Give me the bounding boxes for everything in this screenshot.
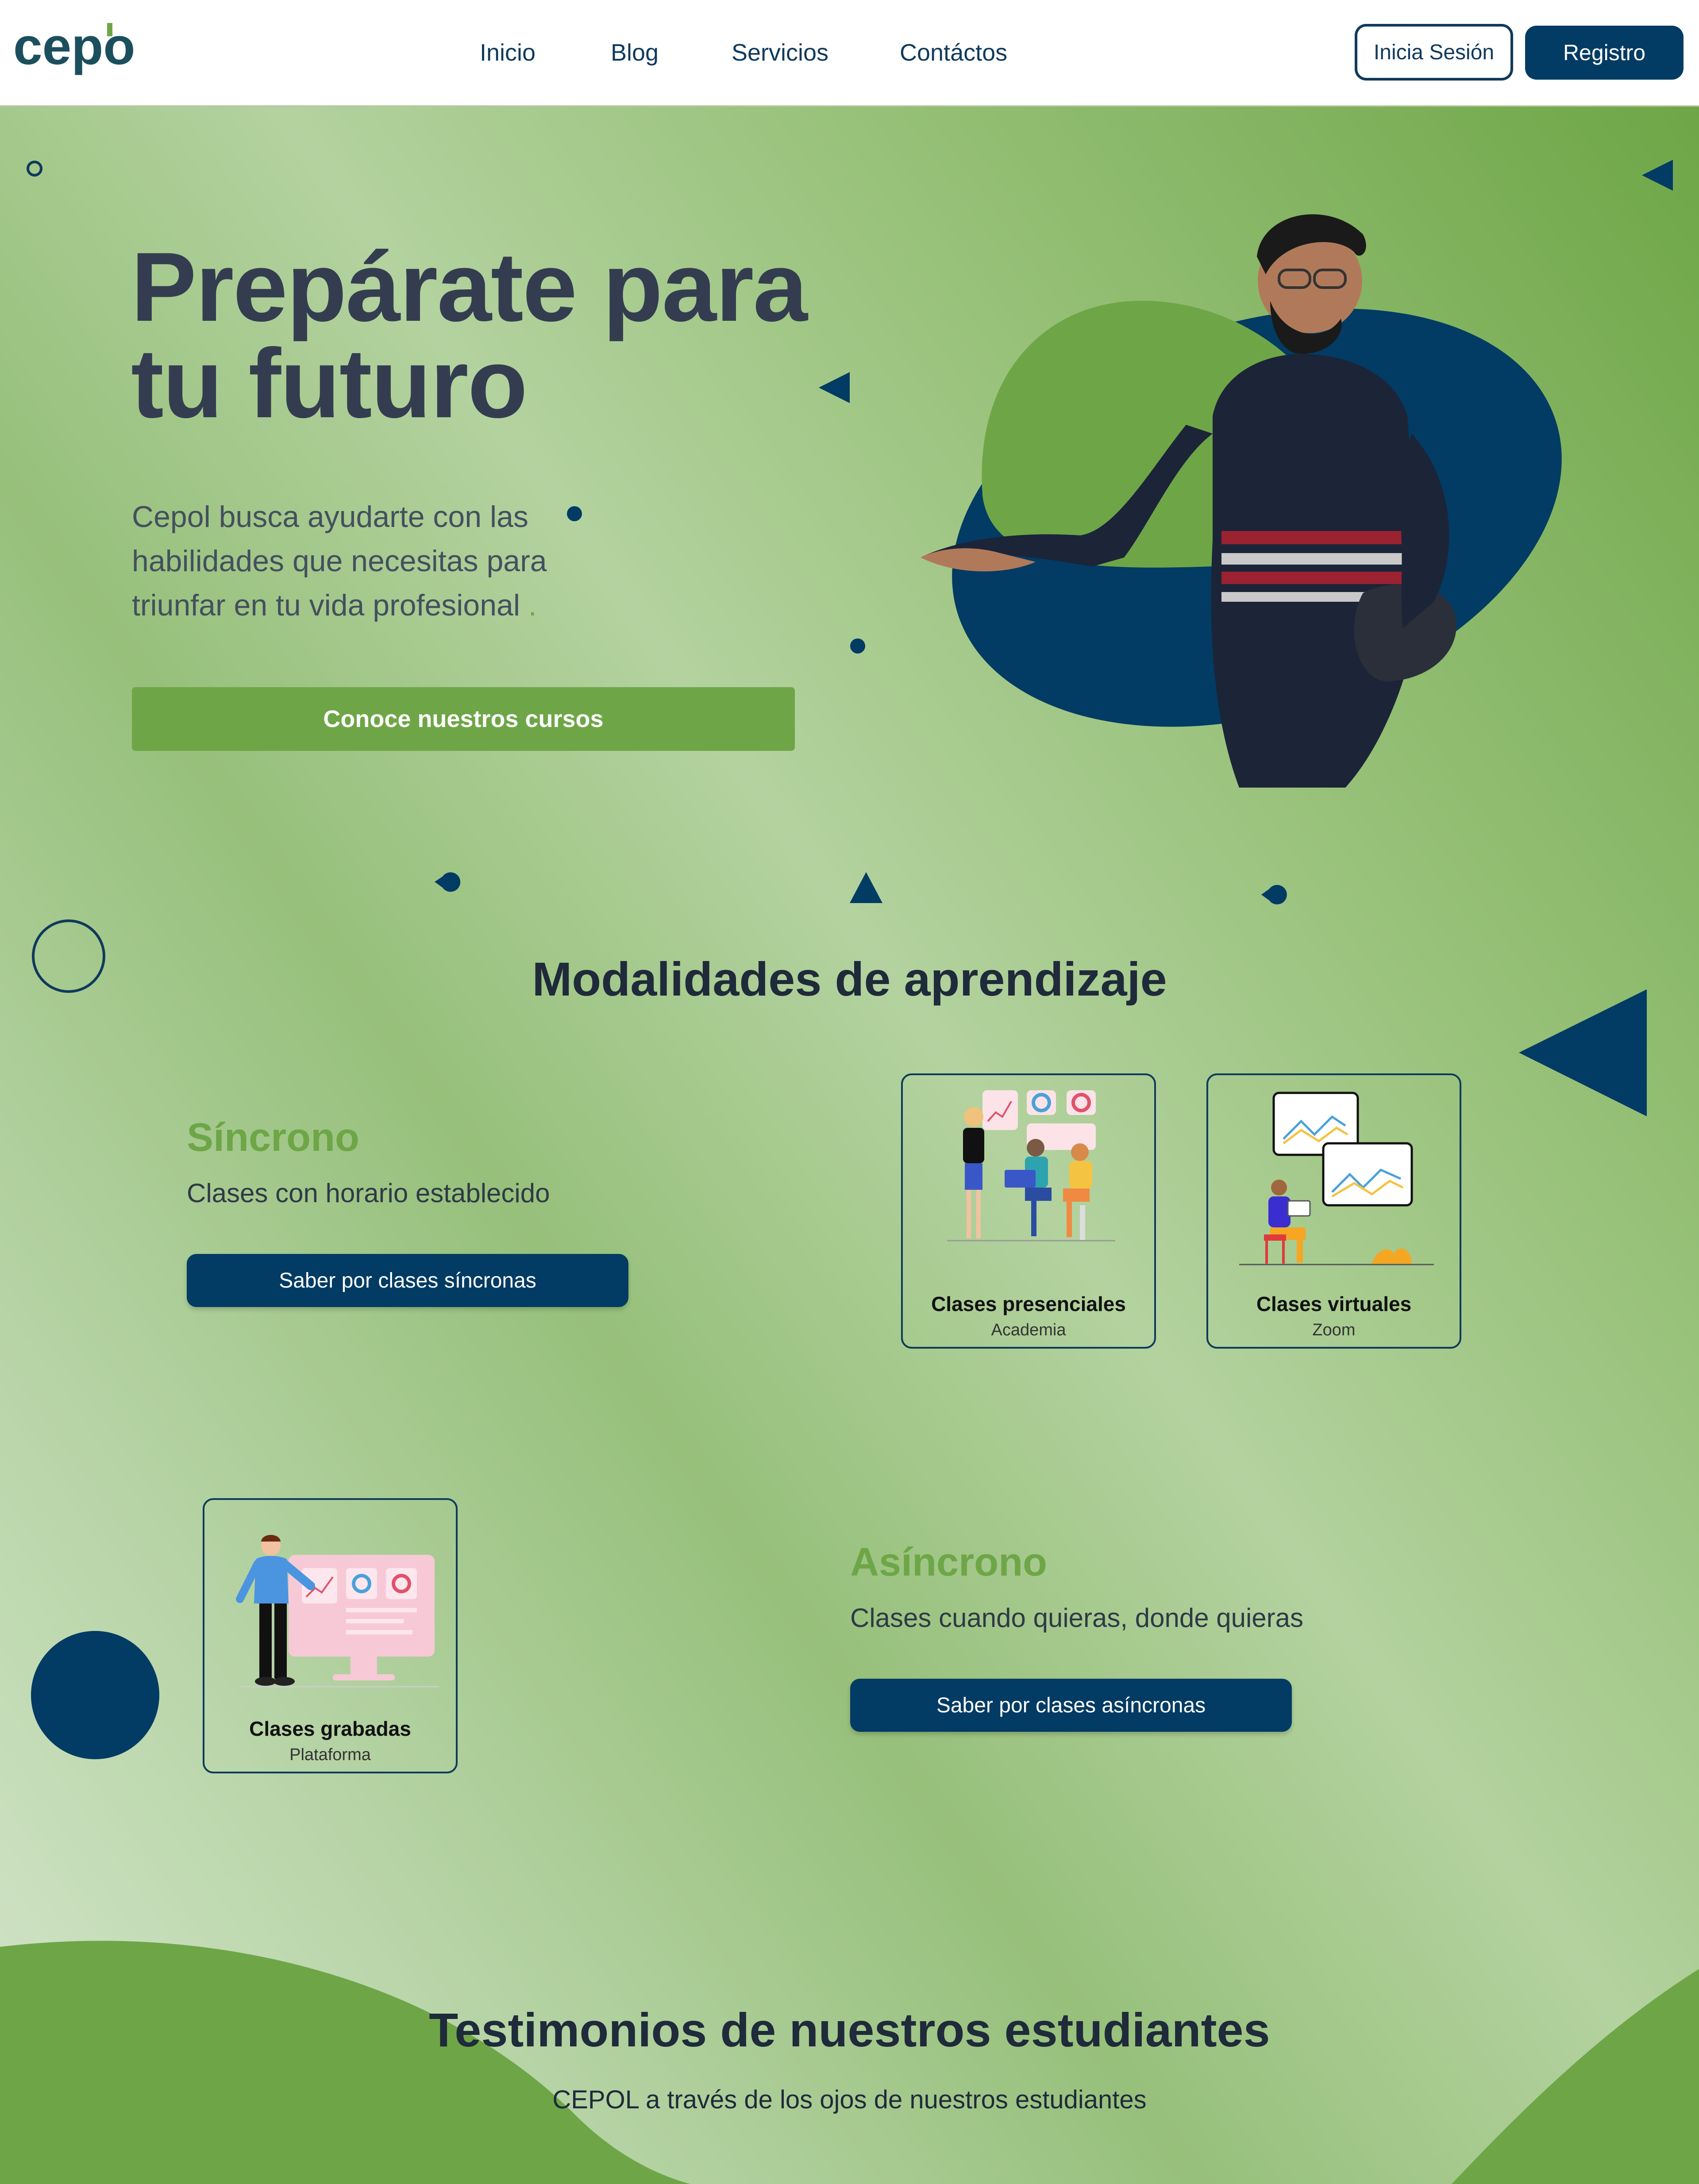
hero-title-line2: tu futuro (131, 329, 528, 438)
testimonials-subtitle: CEPOL a través de los ojos de nuestros e… (552, 2085, 1147, 2114)
top-navbar: cepol Inicio Blog Servicios Contáctos In… (0, 0, 1699, 107)
big-circle-shape (31, 1631, 159, 1759)
asincrono-heading: Asíncrono (850, 1540, 1048, 1584)
sincrono-heading: Síncrono (187, 1115, 360, 1160)
hero-subtitle-dot: . (528, 588, 537, 622)
register-button[interactable]: Registro (1525, 26, 1684, 80)
asincrono-description: Clases cuando quieras, donde quieras (850, 1603, 1304, 1633)
hero-title-line1: Prepárate para (131, 232, 808, 342)
card-subtitle: Zoom (1312, 1321, 1356, 1339)
login-button[interactable]: Inicia Sesión (1355, 24, 1513, 81)
testimonials-title: Testimonios de nuestros estudiantes (429, 2003, 1270, 2057)
asincrono-info-button[interactable]: Saber por clases asíncronas (850, 1679, 1292, 1732)
sincrono-info-button[interactable]: Saber por clases síncronas (187, 1254, 628, 1307)
card-title: Clases presenciales (931, 1292, 1126, 1315)
modalidades-title: Modalidades de aprendizaje (532, 952, 1167, 1006)
card-subtitle: Plataforma (289, 1746, 371, 1764)
view-courses-button[interactable]: Conoce nuestros cursos (132, 687, 795, 751)
virtual-class-illustration (1239, 1092, 1434, 1265)
card-clases-grabadas[interactable]: Clases grabadas Plataforma (203, 1498, 458, 1773)
classroom-illustration (947, 1090, 1115, 1242)
card-title: Clases grabadas (249, 1717, 411, 1740)
triangle-shape (1642, 160, 1673, 191)
nav-link-blog[interactable]: Blog (611, 39, 659, 66)
pacman-shape (1261, 885, 1287, 904)
cepol-logo[interactable]: cepol (13, 18, 137, 84)
hero-subtitle-line2: habilidades que necesitas para (132, 544, 547, 578)
card-clases-virtuales[interactable]: Clases virtuales Zoom (1206, 1073, 1461, 1349)
sincrono-description: Clases con horario establecido (187, 1178, 550, 1208)
hero-subtitle-line1: Cepol busca ayudarte con las (132, 500, 528, 534)
card-clases-presenciales[interactable]: Clases presenciales Academia (901, 1073, 1156, 1349)
dot-shape (850, 638, 865, 654)
nav-link-inicio[interactable]: Inicio (480, 39, 536, 66)
svg-text:cepol: cepol (13, 18, 137, 76)
recorded-class-illustration (236, 1535, 439, 1688)
small-ring-shape (27, 161, 42, 177)
nav-link-contactos[interactable]: Contáctos (900, 39, 1007, 66)
hero-subtitle: Cepol busca ayudarte con las habilidades… (132, 495, 619, 627)
card-title: Clases virtuales (1256, 1292, 1412, 1315)
triangle-shape (850, 872, 882, 903)
hero-title: Prepárate para tu futuro (131, 232, 839, 438)
pacman-shape (435, 872, 461, 892)
nav-link-servicios[interactable]: Servicios (732, 39, 828, 66)
card-subtitle: Academia (991, 1321, 1066, 1339)
big-triangle-shape (1519, 989, 1647, 1116)
hero-subtitle-line3: triunfar en tu vida profesional (132, 588, 520, 622)
hero-student-illustration (921, 214, 1562, 788)
